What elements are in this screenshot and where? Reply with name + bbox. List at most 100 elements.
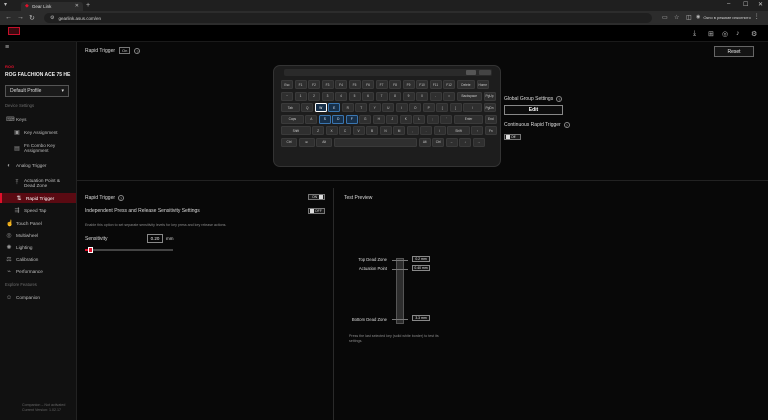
keyboard-key[interactable]: X xyxy=(325,126,338,135)
keyboard-key[interactable]: Backspace xyxy=(456,91,482,101)
settings-gear-icon[interactable]: ⚙ xyxy=(751,30,757,38)
keyboard-key[interactable]: Enter xyxy=(453,114,484,124)
rapid-trigger-toggle[interactable]: ON xyxy=(308,194,325,200)
keyboard-key[interactable]: 1 xyxy=(294,91,307,101)
keyboard-key[interactable]: . xyxy=(420,126,433,135)
keyboard-key[interactable]: PgUp xyxy=(483,91,496,101)
keyboard-key[interactable]: ' xyxy=(440,114,453,124)
keyboard-key[interactable]: Fn xyxy=(484,126,497,135)
keyboard-key[interactable]: F12 xyxy=(443,80,455,89)
keyboard-key[interactable]: J xyxy=(386,114,399,124)
keyboard-key[interactable]: 9 xyxy=(402,91,415,101)
screen-cast-icon[interactable]: ▭ xyxy=(662,14,668,21)
keyboard-key[interactable]: F10 xyxy=(416,80,428,89)
keyboard-key[interactable]: K xyxy=(399,114,412,124)
keyboard-key[interactable]: O xyxy=(409,103,422,112)
tab-menu-icon[interactable]: ▾ xyxy=(4,2,7,8)
browser-menu-icon[interactable]: ⋮ xyxy=(754,14,760,20)
keyboard-key[interactable]: G xyxy=(359,114,372,124)
keyboard-key[interactable]: ] xyxy=(449,103,462,112)
maximize-icon[interactable]: ☐ xyxy=(743,1,748,8)
keyboard-key[interactable]: ; xyxy=(426,114,439,124)
sensitivity-slider[interactable] xyxy=(85,247,173,253)
keyboard-key[interactable]: M xyxy=(393,126,406,135)
keyboard-key[interactable]: F4 xyxy=(335,80,347,89)
keyboard-key[interactable]: U xyxy=(382,103,395,112)
sidebar-item-keys[interactable]: ⌨ Keys xyxy=(0,115,76,124)
help-icon[interactable]: ? xyxy=(563,122,570,128)
keyboard-key[interactable]: ← xyxy=(445,137,458,147)
keyboard-key[interactable]: End xyxy=(484,114,497,124)
keyboard-key[interactable]: = xyxy=(443,91,455,101)
sidebar-item-companion[interactable]: ☺ Companion xyxy=(0,293,76,302)
notification-bell-icon[interactable]: ♪ xyxy=(736,30,740,37)
split-view-icon[interactable]: ◫ xyxy=(686,14,692,21)
sidebar-item-fn-combo[interactable]: ▤ Fn Combo Key Assignment xyxy=(0,140,76,156)
top-dead-zone-value[interactable]: 0.2 mm xyxy=(412,256,430,262)
keyboard-key[interactable]: T xyxy=(355,103,368,112)
back-icon[interactable]: ← xyxy=(5,14,12,21)
sidebar-item-lighting[interactable]: ✺ Lighting xyxy=(0,243,76,252)
browser-tab[interactable]: ◆ Gear Link ✕ xyxy=(21,2,83,11)
keyboard-key[interactable]: F11 xyxy=(429,80,442,89)
keyboard-key[interactable]: I xyxy=(395,103,408,112)
keyboard-key[interactable]: Delete xyxy=(456,80,476,89)
help-icon[interactable]: ? xyxy=(118,195,125,201)
sensitivity-input[interactable]: 0.20 xyxy=(147,234,163,243)
keyboard-key[interactable]: Tab xyxy=(281,103,300,112)
keyboard-key[interactable]: → xyxy=(472,137,485,147)
keyboard-key[interactable]: 7 xyxy=(375,91,388,101)
keyboard-key[interactable]: L xyxy=(413,114,426,124)
keyboard-key[interactable]: R xyxy=(341,103,354,112)
keyboard-key[interactable]: , xyxy=(406,126,419,135)
keyboard-key[interactable]: D xyxy=(332,114,345,124)
keyboard-key[interactable]: F1 xyxy=(294,80,307,89)
download-icon[interactable]: ⤓ xyxy=(693,30,696,38)
slider-thumb[interactable] xyxy=(87,247,93,253)
device-add-icon[interactable]: ⊞ xyxy=(708,30,714,38)
keyboard-key[interactable]: Esc xyxy=(281,80,293,89)
actuation-point-value[interactable]: 0.40 mm xyxy=(412,265,430,271)
keyboard-key[interactable] xyxy=(333,137,418,147)
keyboard-key[interactable]: ↓ xyxy=(459,137,472,147)
close-tab-icon[interactable]: ✕ xyxy=(75,4,79,9)
keyboard-key[interactable]: 2 xyxy=(308,91,320,101)
continuous-rapid-trigger-toggle[interactable]: Off xyxy=(504,134,521,140)
keyboard-key[interactable]: V xyxy=(352,126,365,135)
keyboard-key[interactable]: F2 xyxy=(308,80,320,89)
keyboard-key[interactable]: PgDn xyxy=(483,103,496,112)
sidebar-item-multiwheel[interactable]: ◎ Multiwheel xyxy=(0,231,76,240)
keyboard-key[interactable]: Shift xyxy=(447,126,470,135)
keyboard-key[interactable]: Q xyxy=(301,103,314,112)
keyboard-key[interactable]: S xyxy=(318,114,331,124)
account-icon[interactable]: ◎ xyxy=(722,30,728,38)
keyboard-key[interactable]: W xyxy=(314,103,327,112)
keyboard-key[interactable]: Y xyxy=(368,103,381,112)
keyboard-key[interactable]: / xyxy=(433,126,446,135)
keyboard-key[interactable]: Ctrl xyxy=(432,137,445,147)
keyboard-key[interactable]: ↑ xyxy=(471,126,484,135)
independent-sensitivity-toggle[interactable]: OFF xyxy=(308,208,325,214)
sidebar-item-calibration[interactable]: ⚖ Calibration xyxy=(0,255,76,264)
keyboard-key[interactable]: B xyxy=(366,126,379,135)
sidebar-item-analog-trigger[interactable]: ◐ Analog Trigger xyxy=(0,161,76,170)
keyboard-key[interactable]: F8 xyxy=(389,80,401,89)
forward-icon[interactable]: → xyxy=(17,14,24,21)
keyboard-key[interactable]: H xyxy=(372,114,385,124)
keyboard-key[interactable]: N xyxy=(379,126,392,135)
keyboard-key[interactable]: 5 xyxy=(348,91,361,101)
minimize-icon[interactable]: – xyxy=(727,1,730,7)
close-window-icon[interactable]: ✕ xyxy=(758,1,763,8)
keyboard-key[interactable]: ~ xyxy=(281,91,293,101)
keyboard-key[interactable]: Ctrl xyxy=(281,137,298,147)
bookmark-star-icon[interactable]: ☆ xyxy=(674,14,679,21)
help-icon[interactable]: ? xyxy=(134,47,141,54)
new-tab-icon[interactable]: + xyxy=(86,2,90,9)
hamburger-menu-icon[interactable]: ≡ xyxy=(5,44,9,51)
keyboard-key[interactable]: 3 xyxy=(321,91,334,101)
keyboard-key[interactable]: Shift xyxy=(281,126,311,135)
sidebar-item-touch-panel[interactable]: ☝ Touch Panel xyxy=(0,219,76,228)
keyboard-key[interactable]: E xyxy=(328,103,341,112)
sidebar-item-performance[interactable]: ⌁ Performance xyxy=(0,267,76,276)
keyboard-key[interactable]: ⊞ xyxy=(298,137,315,147)
